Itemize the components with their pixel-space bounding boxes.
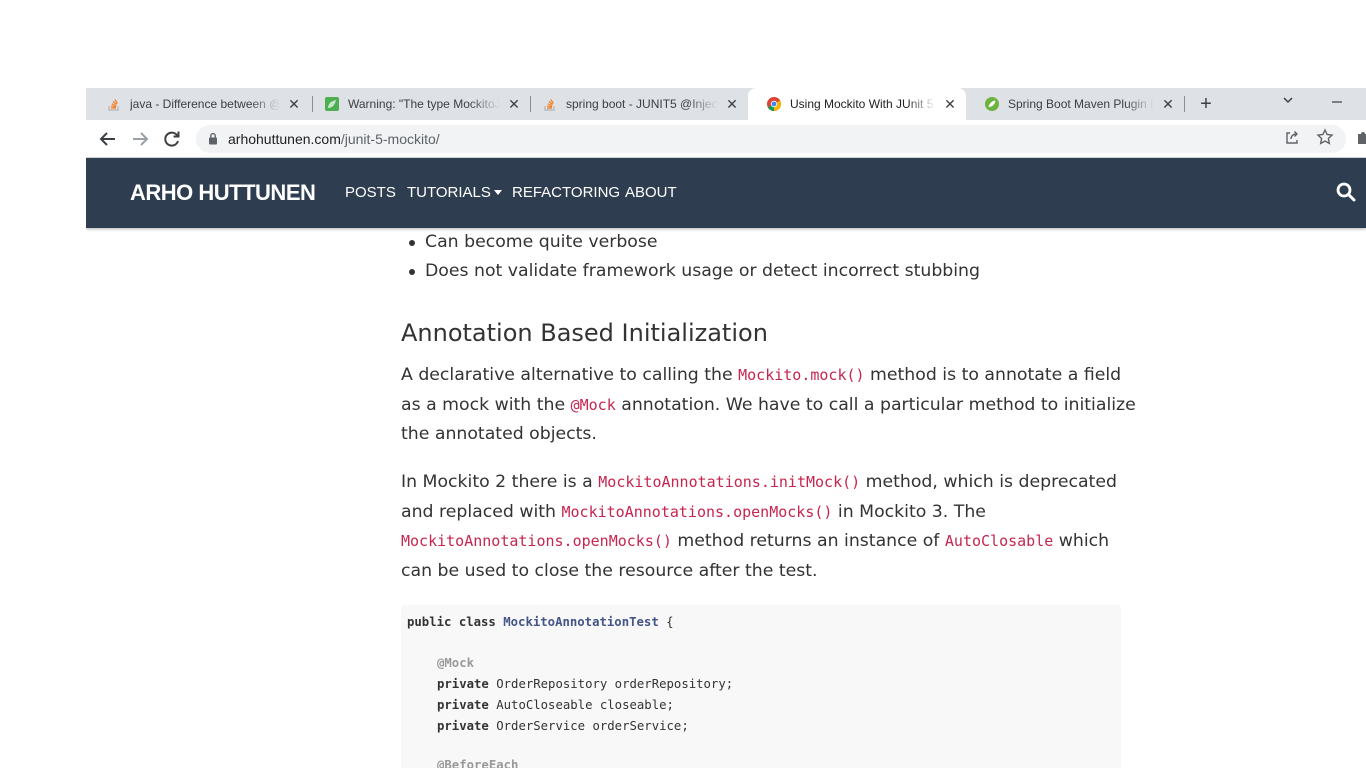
forward-arrow-icon[interactable] (128, 128, 152, 150)
code-annotation: @BeforeEach (437, 758, 519, 768)
code-line: public class MockitoAnnotationTest { (407, 615, 674, 629)
text: and replaced with (401, 501, 562, 522)
code-keyword: private (437, 719, 489, 733)
text-line: A declarative alternative to calling the… (401, 361, 1121, 391)
section-heading: Annotation Based Initialization (401, 319, 768, 347)
nav-posts-link[interactable]: POSTS (345, 184, 396, 201)
tab-spring-junit5[interactable]: spring boot - JUNIT5 @InjectMocks ✕ (524, 88, 748, 120)
text-line: as a mock with the @Mock annotation. We … (401, 391, 1136, 421)
close-tab-icon[interactable]: ✕ (506, 96, 522, 112)
tab-warning-mockito[interactable]: Warning: "The type MockitoJUnit ✕ (306, 88, 530, 120)
list-item: Does not validate framework usage or det… (409, 257, 980, 286)
inline-code: MockitoAnnotations.openMocks() (401, 532, 672, 551)
code-keyword: private (437, 698, 489, 712)
text: In Mockito 2 there is a (401, 472, 599, 492)
code-keyword: private (437, 677, 489, 691)
code-class-name: MockitoAnnotationTest (503, 615, 659, 629)
bookmark-star-icon[interactable] (1316, 128, 1334, 146)
tab-title: java - Difference between @Mock (130, 97, 280, 111)
tab-stackoverflow-mock[interactable]: java - Difference between @Mock ✕ (88, 88, 310, 120)
inline-code: MockitoAnnotations.initMock() (598, 473, 861, 491)
text-line: the annotated objects. (401, 424, 597, 445)
paragraph-mockito-versions: In Mockito 2 there is a MockitoAnnotatio… (401, 468, 1121, 586)
url-host: arhohuttunen.com (228, 131, 341, 147)
inline-code: @Mock (570, 395, 616, 414)
inline-code: AutoClosable (944, 532, 1054, 551)
url-text[interactable]: arhohuttunen.com/junit-5-mockito/ (228, 131, 440, 147)
tab-title: Using Mockito With JUnit 5 | Arho (790, 97, 936, 111)
text-line: In Mockito 2 there is a MockitoAnnotatio… (401, 468, 1121, 498)
nav-about-link[interactable]: ABOUT (625, 184, 677, 201)
tab-strip: java - Difference between @Mock ✕ Warnin… (86, 88, 1366, 120)
inline-code: MockitoAnnotations.openMocks() (561, 502, 833, 521)
tab-title: Warning: "The type MockitoJUnit (348, 97, 500, 111)
spring-icon (985, 97, 999, 111)
search-icon[interactable] (1336, 182, 1356, 202)
code-keyword: public class (407, 615, 504, 629)
code-line: private AutoCloseable closeable; (437, 698, 674, 712)
nav-tutorials-dropdown[interactable]: TUTORIALS (407, 184, 502, 201)
address-bar[interactable]: arhohuttunen.com/junit-5-mockito/ (196, 125, 1346, 153)
tab-title: Spring Boot Maven Plugin Docs (1008, 97, 1154, 111)
text: in Mockito 3. The (832, 501, 986, 522)
close-tab-icon[interactable]: ✕ (724, 96, 740, 112)
tab-spring-boot-maven[interactable]: Spring Boot Maven Plugin Docs ✕ (966, 88, 1184, 120)
text-line: can be used to close the resource after … (401, 560, 818, 581)
back-arrow-icon[interactable] (96, 128, 120, 150)
tab-using-mockito[interactable]: Using Mockito With JUnit 5 | Arho ✕ (748, 88, 966, 120)
cons-list: Can become quite verbose Does not valida… (409, 228, 980, 286)
text: annotation. We have to call a particular… (615, 394, 1136, 415)
code-text: OrderService orderService; (488, 719, 689, 733)
text: as a mock with the (401, 394, 571, 415)
close-tab-icon[interactable]: ✕ (1160, 96, 1176, 112)
text: method returns an instance of (671, 531, 945, 552)
code-block[interactable]: public class MockitoAnnotationTest { @Mo… (401, 605, 1121, 768)
paragraph-declarative: A declarative alternative to calling the… (401, 361, 1136, 450)
lock-icon[interactable] (208, 132, 218, 145)
site-brand-link[interactable]: ARHO HUTTUNEN (130, 180, 316, 206)
close-tab-icon[interactable]: ✕ (942, 96, 958, 112)
code-annotation: @Mock (437, 656, 475, 670)
stackoverflow-icon (108, 99, 119, 111)
close-tab-icon[interactable]: ✕ (286, 96, 302, 112)
list-item: Can become quite verbose (409, 228, 980, 257)
code-text: AutoCloseable closeable; (488, 698, 674, 712)
text: method, which is deprecated (860, 472, 1117, 492)
text-line: and replaced with MockitoAnnotations.ope… (401, 498, 1121, 528)
browser-toolbar: arhohuttunen.com/junit-5-mockito/ (86, 120, 1366, 158)
browser-window: java - Difference between @Mock ✕ Warnin… (86, 88, 1366, 768)
code-line: @Mock (437, 656, 474, 670)
code-line: private OrderService orderService; (437, 719, 689, 733)
leaf-icon (325, 97, 339, 111)
site-navbar: ARHO HUTTUNEN POSTS TUTORIALS REFACTORIN… (86, 158, 1366, 228)
share-icon[interactable] (1284, 130, 1300, 146)
code-text: { (658, 615, 674, 629)
tab-title: spring boot - JUNIT5 @InjectMocks (566, 97, 718, 111)
text: A declarative alternative to calling the (401, 365, 739, 385)
text-line: MockitoAnnotations.openMocks() method re… (401, 527, 1121, 557)
text: method is to annotate a field (864, 365, 1122, 385)
chevron-down-icon[interactable] (1282, 94, 1294, 106)
new-tab-button[interactable]: + (1196, 94, 1216, 114)
url-path: /junit-5-mockito/ (340, 131, 440, 147)
reload-icon[interactable] (160, 128, 184, 150)
code-line: private OrderRepository orderRepository; (437, 677, 733, 691)
caret-down-icon (493, 190, 502, 195)
tab-separator (1184, 96, 1185, 112)
code-line: @BeforeEach (437, 758, 518, 768)
minimize-icon[interactable] (1330, 92, 1344, 106)
chrome-icon (767, 97, 782, 112)
nav-tutorials-label: TUTORIALS (407, 184, 491, 201)
nav-refactoring-link[interactable]: REFACTORING (512, 184, 620, 201)
code-text: OrderRepository orderRepository; (488, 677, 734, 691)
extensions-puzzle-icon[interactable] (1356, 130, 1366, 146)
inline-code: Mockito.mock() (738, 366, 865, 384)
stackoverflow-icon (544, 99, 555, 111)
text: which (1053, 531, 1110, 552)
